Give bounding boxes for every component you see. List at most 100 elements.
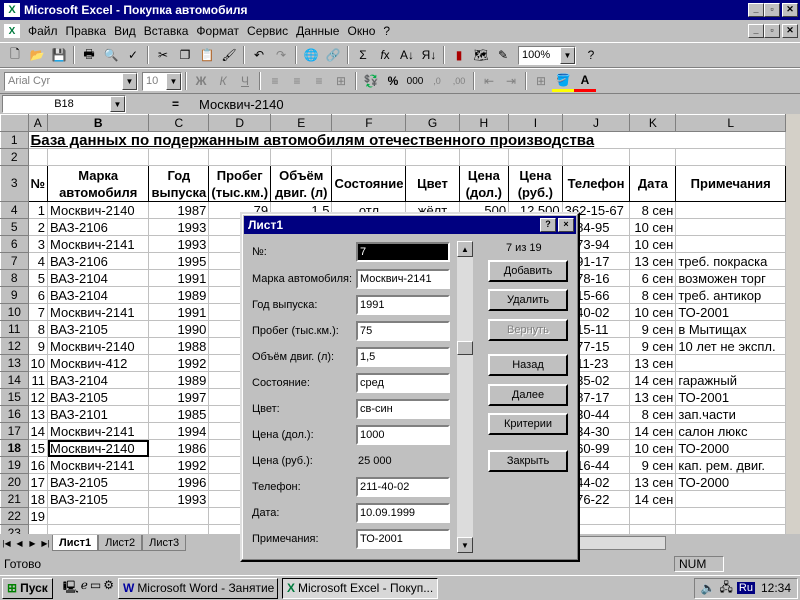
cell[interactable]: 1986 xyxy=(148,439,210,457)
percent-icon[interactable]: % xyxy=(382,71,404,92)
close-button[interactable]: ✕ xyxy=(782,3,798,17)
column-title-cell[interactable]: Телефон xyxy=(561,165,631,202)
font-color-icon[interactable]: A xyxy=(574,71,596,92)
column-title-cell[interactable]: № xyxy=(27,165,49,202)
cell[interactable]: 9 сен xyxy=(629,337,677,355)
cell[interactable]: Москвич-2141 xyxy=(47,235,150,253)
name-box[interactable]: B18 ▼ xyxy=(2,95,126,113)
column-title-cell[interactable]: Цвет xyxy=(405,165,460,202)
ie-icon[interactable]: ℯ xyxy=(81,578,88,599)
cell[interactable]: ВАЗ-2106 xyxy=(47,252,150,270)
column-header[interactable]: J xyxy=(561,114,631,132)
cell[interactable]: 3 xyxy=(27,235,49,253)
delete-record-button[interactable]: Удалить xyxy=(488,289,568,311)
sort-asc-icon[interactable]: A↓ xyxy=(396,45,418,66)
cell[interactable]: 17 xyxy=(27,473,49,491)
chart-wizard-icon[interactable]: ▮ xyxy=(448,45,470,66)
cell[interactable]: ВАЗ-2106 xyxy=(47,218,150,236)
cell[interactable]: ТО-2001 xyxy=(675,388,786,406)
align-right-icon[interactable]: ≡ xyxy=(308,71,330,92)
chevron-down-icon[interactable]: ▼ xyxy=(110,96,125,112)
cell[interactable]: 13 сен xyxy=(629,388,677,406)
cell[interactable]: 9 сен xyxy=(629,320,677,338)
cell[interactable] xyxy=(47,524,150,534)
cell[interactable]: Москвич-2140 xyxy=(47,201,150,219)
criteria-button[interactable]: Критерии xyxy=(488,413,568,435)
doc-close-button[interactable]: ✕ xyxy=(782,24,798,38)
record-number-field[interactable]: 7 xyxy=(356,242,450,262)
column-header[interactable]: L xyxy=(675,114,786,132)
cell[interactable]: 9 xyxy=(27,337,49,355)
cell[interactable]: 1992 xyxy=(148,456,210,474)
decrease-indent-icon[interactable]: ⇤ xyxy=(478,71,500,92)
restore-button[interactable]: ▫ xyxy=(764,3,780,17)
row-header[interactable]: 15 xyxy=(0,388,29,406)
language-indicator[interactable]: Ru xyxy=(736,582,755,594)
increase-decimal-icon[interactable]: ,0 xyxy=(426,71,448,92)
cell[interactable] xyxy=(148,507,210,525)
row-header[interactable]: 17 xyxy=(0,422,29,440)
cell[interactable]: 8 xyxy=(27,320,49,338)
cell[interactable]: ВАЗ-2105 xyxy=(47,388,150,406)
size-combo[interactable]: 10 ▼ xyxy=(142,71,182,91)
menu-window[interactable]: Окно xyxy=(343,24,379,38)
column-title-cell[interactable]: Пробег (тыс.км.) xyxy=(208,165,272,202)
menu-view[interactable]: Вид xyxy=(110,24,140,38)
menu-tools[interactable]: Сервис xyxy=(243,24,292,38)
cell[interactable] xyxy=(27,148,49,166)
function-icon[interactable]: fx xyxy=(374,45,396,66)
column-header[interactable]: F xyxy=(331,114,407,132)
cell[interactable]: 4 xyxy=(27,252,49,270)
menu-format[interactable]: Формат xyxy=(192,24,243,38)
row-header[interactable]: 8 xyxy=(0,269,29,287)
cell[interactable]: 6 сен xyxy=(629,269,677,287)
font-combo[interactable]: Arial Cyr ▼ xyxy=(4,71,138,91)
column-title-cell[interactable]: Цена (дол.) xyxy=(458,165,510,202)
cell[interactable] xyxy=(629,524,677,534)
web-toolbar-icon[interactable]: 🔗 xyxy=(322,45,344,66)
field-input[interactable]: 75 xyxy=(356,321,450,341)
next-record-button[interactable]: Далее xyxy=(488,384,568,406)
format-painter-icon[interactable]: 🖌 xyxy=(218,45,240,66)
cell[interactable]: Москвич-2141 xyxy=(47,422,150,440)
cell[interactable] xyxy=(675,235,786,253)
cell[interactable] xyxy=(47,507,150,525)
cell[interactable]: 12 xyxy=(27,388,49,406)
row-header[interactable]: 13 xyxy=(0,354,29,372)
close-dialog-button[interactable]: Закрыть xyxy=(488,450,568,472)
cell[interactable]: Москвич-2141 xyxy=(47,303,150,321)
cell[interactable]: гаражный xyxy=(675,371,786,389)
column-title-cell[interactable]: Дата xyxy=(629,165,677,202)
cell[interactable]: возможен торг xyxy=(675,269,786,287)
cell[interactable]: ВАЗ-2105 xyxy=(47,473,150,491)
channels-icon[interactable]: ⚙ xyxy=(103,578,114,599)
row-header[interactable]: 22 xyxy=(0,507,29,525)
cell[interactable]: Москвич-2140 xyxy=(47,337,150,355)
cell[interactable] xyxy=(561,148,631,166)
next-sheet-icon[interactable]: ▶ xyxy=(26,536,39,550)
cell[interactable]: 14 xyxy=(27,422,49,440)
cell[interactable]: 1989 xyxy=(148,371,210,389)
cell[interactable] xyxy=(270,148,333,166)
cell[interactable]: 1992 xyxy=(148,354,210,372)
cell[interactable]: Москвич-412 xyxy=(47,354,150,372)
tab-sheet1[interactable]: Лист1 xyxy=(52,535,99,551)
decrease-decimal-icon[interactable]: ,00 xyxy=(448,71,470,92)
cell[interactable] xyxy=(331,148,407,166)
open-icon[interactable]: 📂 xyxy=(26,45,48,66)
chevron-down-icon[interactable]: ▼ xyxy=(166,72,181,90)
cell[interactable]: 14 сен xyxy=(629,422,677,440)
cell[interactable]: 1997 xyxy=(148,388,210,406)
cell[interactable]: 19 xyxy=(27,507,49,525)
field-input[interactable]: св-син xyxy=(356,399,450,419)
cell[interactable] xyxy=(629,148,677,166)
row-header[interactable]: 6 xyxy=(0,235,29,253)
cell[interactable] xyxy=(675,524,786,534)
sheet-vertical-scrollbar[interactable] xyxy=(786,114,800,534)
paste-icon[interactable]: 📋 xyxy=(196,45,218,66)
sort-desc-icon[interactable]: Я↓ xyxy=(418,45,440,66)
cell[interactable]: салон люкс xyxy=(675,422,786,440)
map-icon[interactable]: 🗺 xyxy=(470,45,492,66)
cell[interactable]: 1995 xyxy=(148,252,210,270)
doc-restore-button[interactable]: ▫ xyxy=(764,24,780,38)
